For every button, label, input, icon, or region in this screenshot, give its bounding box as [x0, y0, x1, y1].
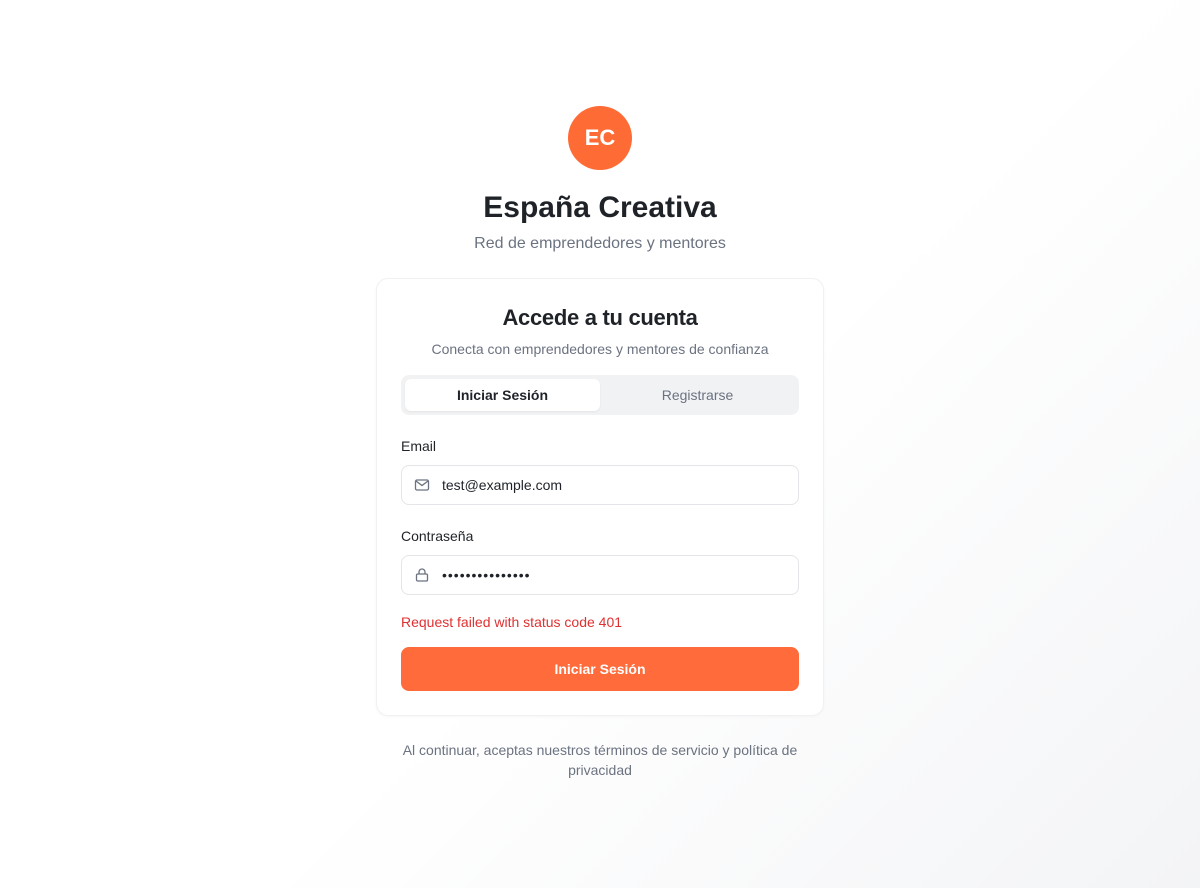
password-field-wrapper — [401, 555, 799, 595]
terms-notice: Al continuar, aceptas nuestros términos … — [402, 742, 798, 778]
error-message: Request failed with status code 401 — [401, 614, 623, 630]
password-field[interactable] — [442, 567, 786, 583]
brand-tagline: Red de emprendedores y mentores — [474, 235, 726, 252]
brand-initials: EC — [584, 125, 616, 150]
email-label: Email — [401, 438, 437, 454]
login-page: EC España Creativa Red de emprendedores … — [376, 106, 824, 780]
card-subtitle: Conecta con emprendedores y mentores de … — [431, 341, 769, 357]
password-label: Contraseña — [401, 528, 474, 544]
lock-icon — [414, 567, 430, 583]
mail-icon — [414, 477, 430, 493]
auth-tabs: Iniciar Sesión Registrarse — [401, 375, 799, 415]
card-title: Accede a tu cuenta — [502, 305, 698, 330]
email-field[interactable] — [442, 477, 786, 493]
brand-name: España Creativa — [483, 191, 717, 224]
login-button[interactable]: Iniciar Sesión — [401, 647, 799, 691]
login-card: Accede a tu cuenta Conecta con emprended… — [376, 278, 824, 716]
tab-login[interactable]: Iniciar Sesión — [405, 379, 600, 411]
email-field-wrapper — [401, 465, 799, 505]
tab-register[interactable]: Registrarse — [600, 379, 795, 411]
brand-logo: EC — [568, 106, 632, 170]
